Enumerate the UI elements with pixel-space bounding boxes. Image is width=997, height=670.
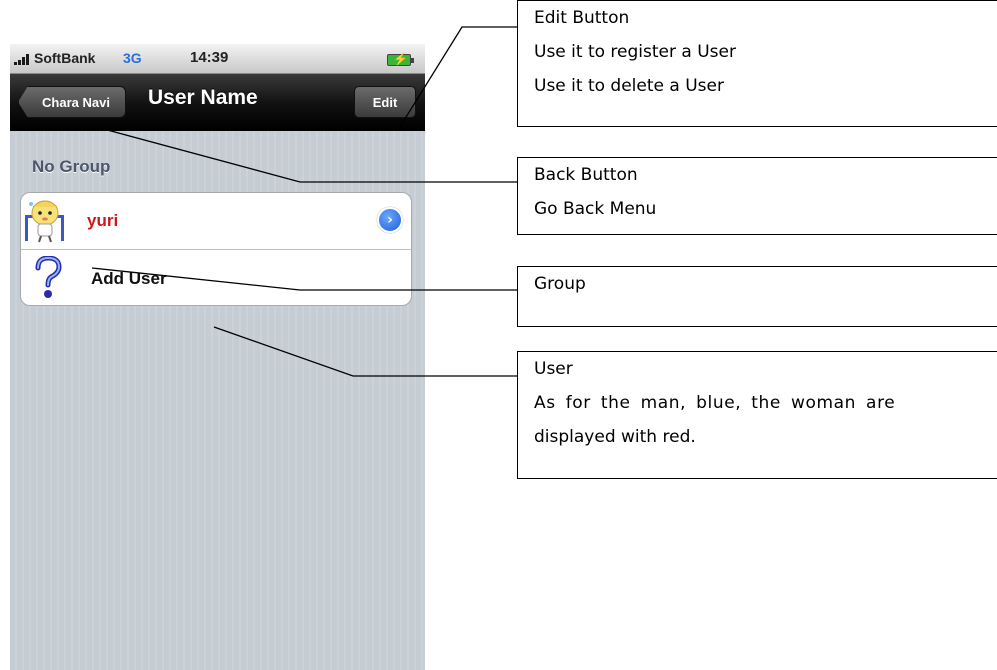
user-name: yuri [87, 211, 119, 230]
question-mark-icon [35, 256, 62, 298]
navigation-bar: Chara Navi User Name Edit [10, 74, 425, 131]
callout-back-button: Back Button Go Back Menu [517, 157, 997, 235]
callout-line: displayed with red. [534, 427, 696, 447]
callout-line: Use it to delete a User [534, 76, 724, 96]
callout-edit-button: Edit Button Use it to register a User Us… [517, 0, 997, 127]
status-bar: SoftBank 3G 14:39 ⚡ [10, 44, 425, 74]
callout-group: Group [517, 266, 997, 327]
add-user-label: Add User [91, 269, 167, 288]
page-title: User Name [148, 86, 258, 109]
status-time: 14:39 [190, 49, 229, 66]
character-avatar-icon [25, 200, 64, 243]
callout-line: Go Back Menu [534, 199, 657, 219]
callout-line: User [534, 359, 573, 379]
user-row[interactable]: yuri › [21, 193, 411, 250]
callout-line: Use it to register a User [534, 42, 736, 62]
signal-strength-icon [14, 53, 32, 65]
group-table: yuri › Add User [20, 192, 412, 306]
group-header: No Group [32, 157, 111, 176]
edit-button[interactable]: Edit [354, 86, 416, 118]
callout-line: As for the man, blue, the woman are [534, 393, 896, 413]
back-button[interactable]: Chara Navi [18, 86, 126, 118]
callout-line: Group [534, 274, 586, 294]
add-user-row[interactable]: Add User [21, 250, 411, 305]
phone-screen: SoftBank 3G 14:39 ⚡ Chara Navi User Name… [10, 44, 425, 670]
network-type: 3G [123, 50, 142, 66]
callout-line: Back Button [534, 165, 638, 185]
carrier-name: SoftBank [34, 50, 96, 66]
callout-line: Edit Button [534, 8, 630, 28]
battery-charging-icon: ⚡ [387, 52, 414, 66]
disclosure-chevron-icon[interactable]: › [377, 207, 403, 233]
callout-user: User As for the man, blue, the woman are… [517, 351, 997, 479]
